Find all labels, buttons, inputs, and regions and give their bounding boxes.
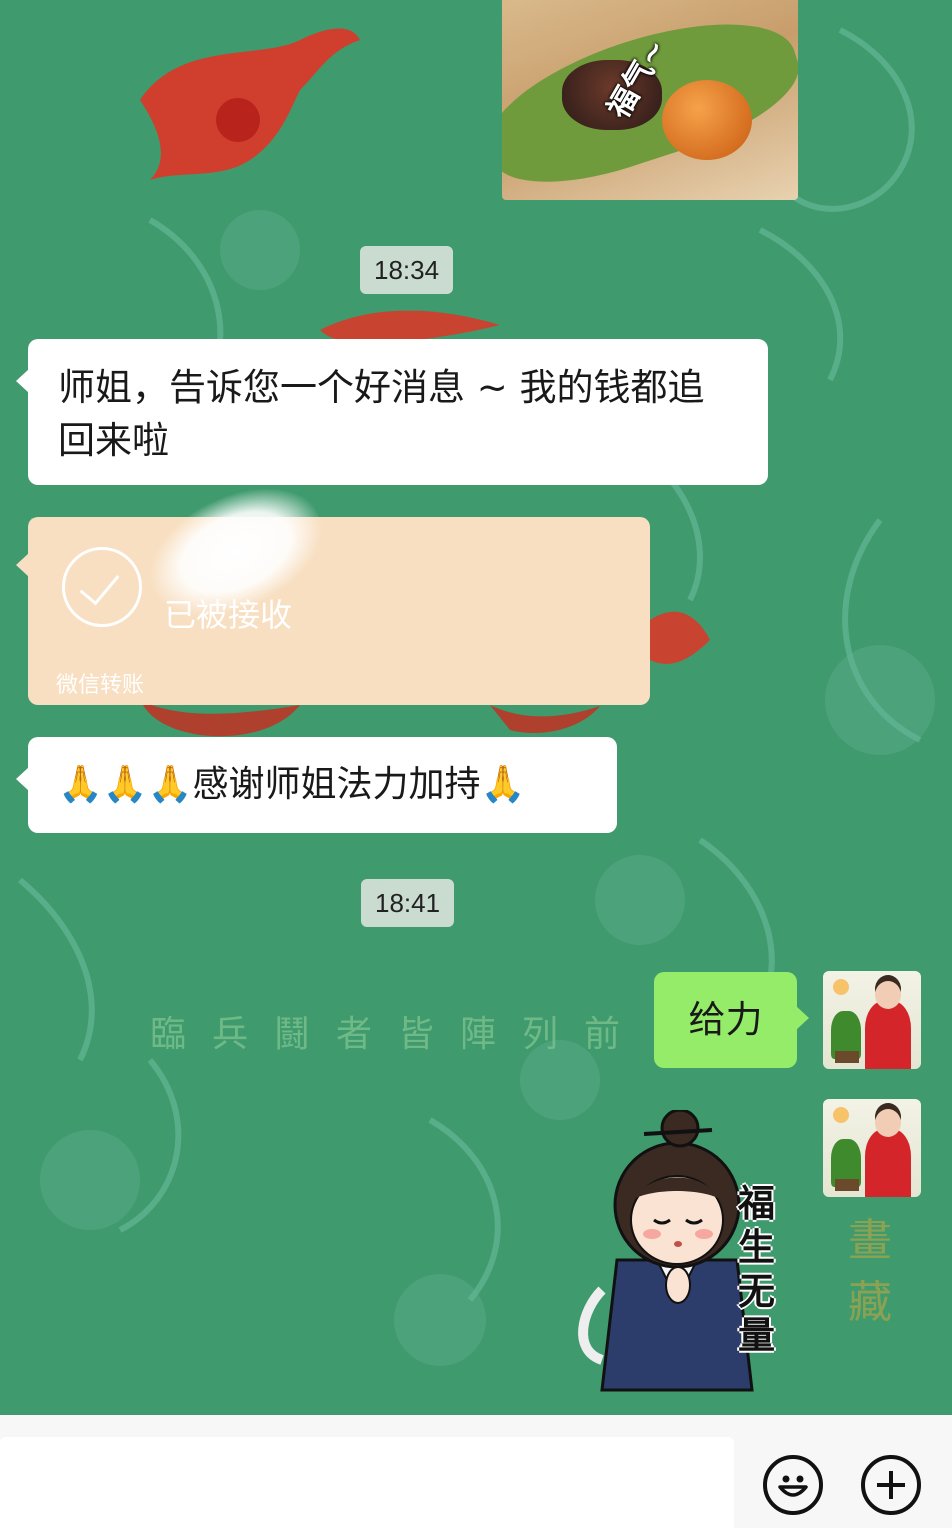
timestamp: 18:41 bbox=[361, 879, 455, 927]
avatar[interactable] bbox=[823, 971, 921, 1069]
wechat-transfer-card[interactable]: 已被接收 微信转账 bbox=[16, 464, 650, 705]
message-bubble-sent[interactable]: 给力 bbox=[654, 972, 809, 1068]
check-circle-icon bbox=[62, 547, 142, 627]
emoji-icon bbox=[778, 1475, 808, 1497]
message-text: 🙏🙏🙏感谢师姐法力加持🙏 bbox=[58, 764, 526, 805]
background-art bbox=[18, 27, 935, 1366]
input-bar bbox=[0, 1415, 952, 1528]
more-button[interactable] bbox=[861, 1455, 921, 1515]
message-input[interactable] bbox=[0, 1437, 734, 1528]
message-bubble-received[interactable]: 🙏🙏🙏感谢师姐法力加持🙏 bbox=[16, 737, 617, 833]
plus-icon bbox=[877, 1471, 905, 1499]
background-vertical-text: 畫藏 bbox=[848, 1215, 892, 1328]
background-motto: 臨兵鬪者皆陣列前 bbox=[150, 1014, 647, 1055]
message-text: 师姐，告诉您一个好消息 ~ 我的钱都追回来啦 bbox=[58, 366, 705, 462]
sticker-text: 福生无量 bbox=[738, 1182, 775, 1357]
message-bubble-received[interactable]: 师姐，告诉您一个好消息 ~ 我的钱都追回来啦 bbox=[16, 339, 768, 485]
avatar[interactable] bbox=[823, 1099, 921, 1197]
sticker-image-zongzi[interactable]: 福气~ bbox=[502, 0, 798, 200]
message-text: 给力 bbox=[688, 998, 763, 1041]
yolk-shape bbox=[662, 80, 752, 160]
chat-background: 臨兵鬪者皆陣列前 畫藏 bbox=[0, 0, 952, 1415]
timestamp: 18:34 bbox=[360, 246, 454, 294]
transfer-footer: 微信转账 bbox=[56, 673, 145, 698]
emoji-button[interactable] bbox=[763, 1455, 823, 1515]
